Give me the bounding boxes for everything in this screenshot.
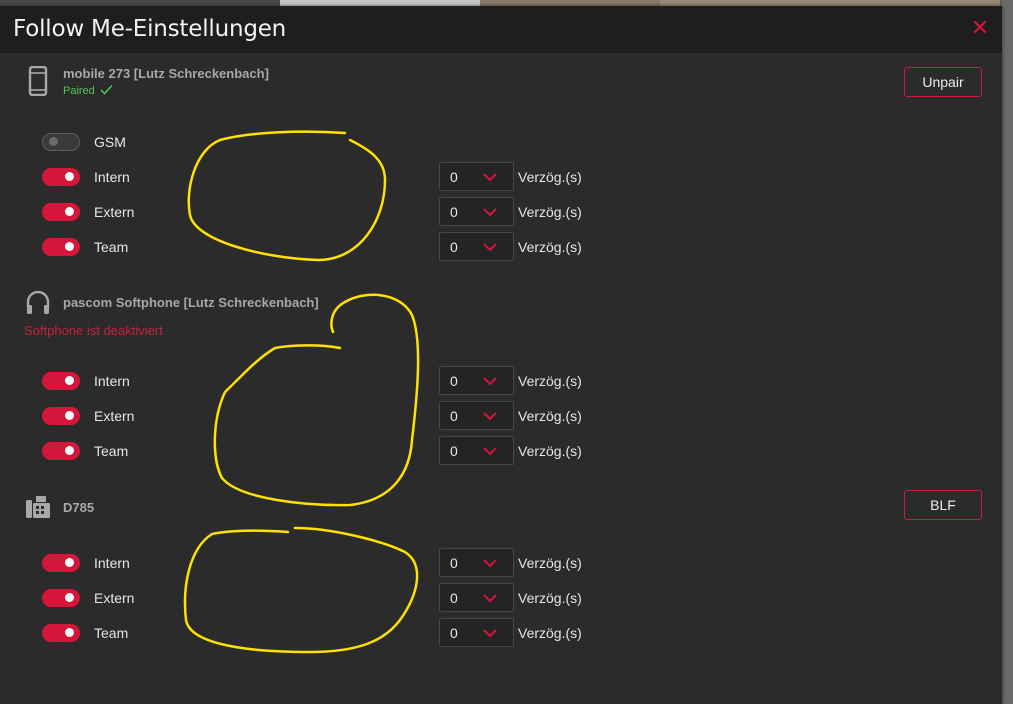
delay-label: Verzög.(s) [518,408,582,424]
delay-select[interactable]: 0 [439,232,514,261]
delay-select[interactable]: 0 [439,436,514,465]
row-label: Extern [94,590,135,606]
chevron-down-icon [483,629,497,638]
extern-toggle[interactable] [42,589,80,607]
team-toggle[interactable] [42,442,80,460]
delay-value: 0 [450,239,458,255]
follow-me-dialog: Follow Me-Einstellungen ✕ mobile 273 [Lu… [0,6,1002,704]
delay-value: 0 [450,625,458,641]
row-label: Extern [94,408,135,424]
delay-label: Verzög.(s) [518,625,582,641]
chevron-down-icon [483,377,497,386]
row-softphone-team: Team 0 Verzög.(s) [0,436,1002,466]
row-label: GSM [94,134,126,150]
row-label: Intern [94,555,130,571]
team-toggle[interactable] [42,238,80,256]
row-mobile-extern: Extern 0 Verzög.(s) [0,197,1002,227]
softphone-warning: Softphone ist deaktiviert [24,323,163,338]
close-icon[interactable]: ✕ [970,17,990,39]
delay-label: Verzög.(s) [518,555,582,571]
chevron-down-icon [483,208,497,217]
unpair-button[interactable]: Unpair [904,67,982,97]
extern-toggle[interactable] [42,203,80,221]
delay-label: Verzög.(s) [518,239,582,255]
chevron-down-icon [483,594,497,603]
delay-value: 0 [450,443,458,459]
delay-select[interactable]: 0 [439,548,514,577]
delay-select[interactable]: 0 [439,583,514,612]
delay-select[interactable]: 0 [439,366,514,395]
headset-icon [26,290,50,314]
gsm-toggle[interactable] [42,133,80,151]
row-label: Extern [94,204,135,220]
chevron-down-icon [483,173,497,182]
device-name: pascom Softphone [Lutz Schreckenbach] [63,295,319,310]
delay-value: 0 [450,204,458,220]
delay-value: 0 [450,373,458,389]
row-label: Intern [94,373,130,389]
delay-value: 0 [450,555,458,571]
row-label: Intern [94,169,130,185]
row-label: Team [94,443,129,459]
row-label: Team [94,239,129,255]
background-app-right [1001,0,1013,704]
chevron-down-icon [483,243,497,252]
delay-select[interactable]: 0 [439,197,514,226]
extern-toggle[interactable] [42,407,80,425]
delay-label: Verzög.(s) [518,204,582,220]
delay-label: Verzög.(s) [518,443,582,459]
intern-toggle[interactable] [42,554,80,572]
desk-phone-icon [26,496,50,518]
paired-status: Paired [63,84,113,97]
row-label: Team [94,625,129,641]
blf-button[interactable]: BLF [904,490,982,520]
delay-select[interactable]: 0 [439,162,514,191]
delay-label: Verzög.(s) [518,373,582,389]
checkmark-icon [100,84,113,95]
row-gsm: GSM [0,127,1002,157]
chevron-down-icon [483,559,497,568]
device-name: D785 [63,500,95,515]
row-mobile-intern: Intern 0 Verzög.(s) [0,162,1002,192]
delay-value: 0 [450,408,458,424]
delay-label: Verzög.(s) [518,590,582,606]
delay-value: 0 [450,590,458,606]
intern-toggle[interactable] [42,372,80,390]
row-desk-intern: Intern 0 Verzög.(s) [0,548,1002,578]
delay-select[interactable]: 0 [439,401,514,430]
mobile-phone-icon [28,66,48,96]
delay-label: Verzög.(s) [518,169,582,185]
row-desk-team: Team 0 Verzög.(s) [0,618,1002,648]
device-name: mobile 273 [Lutz Schreckenbach] [63,66,269,81]
row-softphone-extern: Extern 0 Verzög.(s) [0,401,1002,431]
chevron-down-icon [483,412,497,421]
team-toggle[interactable] [42,624,80,642]
row-desk-extern: Extern 0 Verzög.(s) [0,583,1002,613]
delay-select[interactable]: 0 [439,618,514,647]
intern-toggle[interactable] [42,168,80,186]
dialog-title: Follow Me-Einstellungen [13,16,287,42]
row-softphone-intern: Intern 0 Verzög.(s) [0,366,1002,396]
row-mobile-team: Team 0 Verzög.(s) [0,232,1002,262]
dialog-header: Follow Me-Einstellungen ✕ [0,6,1002,53]
delay-value: 0 [450,169,458,185]
paired-status-text: Paired [63,85,95,97]
chevron-down-icon [483,447,497,456]
